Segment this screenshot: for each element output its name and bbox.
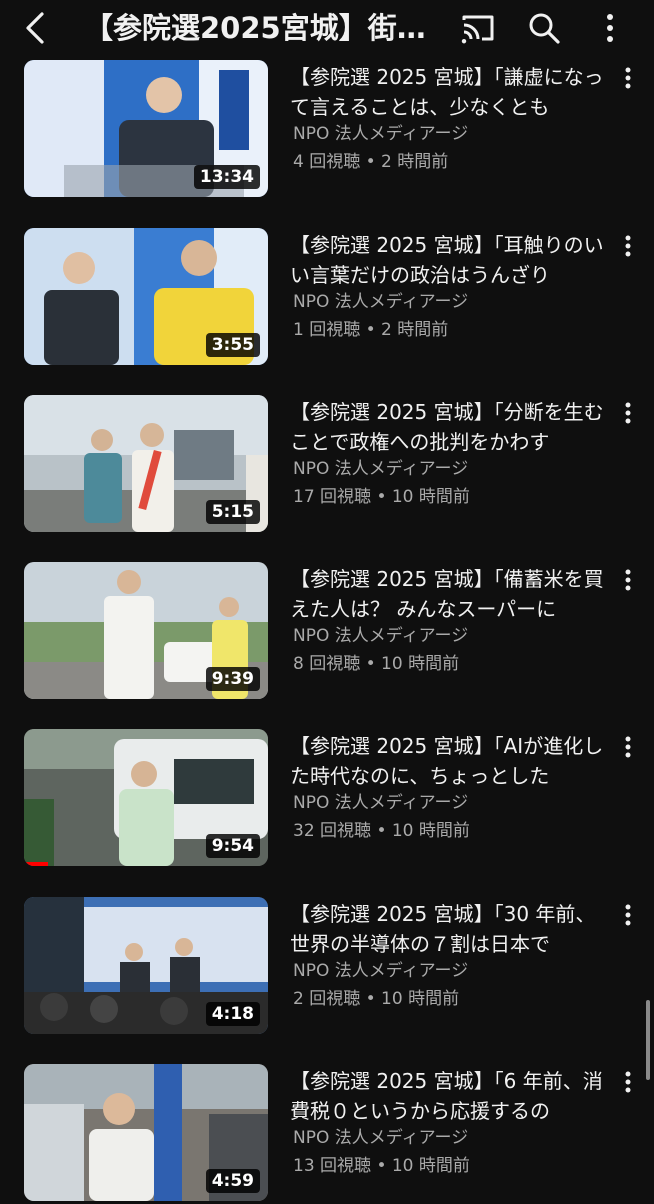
video-title[interactable]: 【参院選 2025 宮城】「耳触りのいい言葉だけの政治はうんざり	[290, 230, 612, 290]
video-meta: 13 回視聴 • 10 時間前	[293, 1156, 470, 1176]
video-meta: 4 回視聴 • 2 時間前	[293, 152, 449, 172]
more-vert-icon[interactable]	[616, 901, 640, 929]
video-item[interactable]: 5:15 【参院選 2025 宮城】「分断を生むことで政権への批判をかわす NP…	[0, 395, 654, 535]
video-item[interactable]: 3:55 【参院選 2025 宮城】「耳触りのいい言葉だけの政治はうんざり NP…	[0, 228, 654, 368]
more-vert-icon[interactable]	[616, 399, 640, 427]
more-vert-icon[interactable]	[616, 232, 640, 260]
video-item[interactable]: 4:59 【参院選 2025 宮城】「6 年前、消費税０というから応援するの N…	[0, 1064, 654, 1204]
search-icon[interactable]	[524, 8, 564, 48]
video-meta: 32 回視聴 • 10 時間前	[293, 821, 470, 841]
video-title[interactable]: 【参院選 2025 宮城】「6 年前、消費税０というから応援するの	[290, 1066, 612, 1126]
video-thumbnail[interactable]: 9:54	[24, 729, 268, 866]
video-item[interactable]: 4:18 【参院選 2025 宮城】「30 年前、世界の半導体の７割は日本で N…	[0, 897, 654, 1037]
video-duration: 3:55	[205, 333, 260, 357]
video-title[interactable]: 【参院選 2025 宮城】「備蓄米を買えた人は？ みんなスーパーに	[290, 564, 612, 624]
video-duration: 9:54	[205, 834, 260, 858]
channel-name: NPO 法人メディアージ	[293, 292, 469, 312]
top-app-bar: 【参院選2025宮城】街頭演説アーカイブ	[0, 0, 654, 56]
video-thumbnail[interactable]: 4:18	[24, 897, 268, 1034]
video-title[interactable]: 【参院選 2025 宮城】「AIが進化した時代なのに、ちょっとした	[290, 731, 612, 791]
more-vert-icon[interactable]	[590, 8, 630, 48]
video-duration: 13:34	[193, 165, 260, 189]
channel-name: NPO 法人メディアージ	[293, 1128, 469, 1148]
watch-progress-bar	[24, 862, 48, 866]
video-duration: 4:18	[205, 1002, 260, 1026]
channel-name: NPO 法人メディアージ	[293, 459, 469, 479]
back-arrow-icon[interactable]	[16, 8, 56, 48]
more-vert-icon[interactable]	[616, 566, 640, 594]
video-duration: 4:59	[205, 1169, 260, 1193]
video-meta: 2 回視聴 • 10 時間前	[293, 989, 460, 1009]
cast-icon[interactable]	[458, 8, 498, 48]
video-list: 13:34 【参院選 2025 宮城】「謙虚になって言えることは、少なくとも N…	[0, 0, 654, 1201]
more-vert-icon[interactable]	[616, 733, 640, 761]
video-item[interactable]: 9:54 【参院選 2025 宮城】「AIが進化した時代なのに、ちょっとした N…	[0, 729, 654, 869]
video-duration: 5:15	[205, 500, 260, 524]
video-thumbnail[interactable]: 4:59	[24, 1064, 268, 1201]
more-vert-icon[interactable]	[616, 64, 640, 92]
video-duration: 9:39	[205, 667, 260, 691]
page-title: 【参院選2025宮城】街頭演説アーカイブ	[84, 11, 444, 45]
video-meta: 17 回視聴 • 10 時間前	[293, 487, 470, 507]
channel-name: NPO 法人メディアージ	[293, 961, 469, 981]
video-item[interactable]: 9:39 【参院選 2025 宮城】「備蓄米を買えた人は？ みんなスーパーに N…	[0, 562, 654, 702]
video-title[interactable]: 【参院選 2025 宮城】「30 年前、世界の半導体の７割は日本で	[290, 899, 612, 959]
video-meta: 1 回視聴 • 2 時間前	[293, 320, 449, 340]
video-thumbnail[interactable]: 3:55	[24, 228, 268, 365]
channel-name: NPO 法人メディアージ	[293, 626, 469, 646]
video-title[interactable]: 【参院選 2025 宮城】「分断を生むことで政権への批判をかわす	[290, 397, 612, 457]
channel-name: NPO 法人メディアージ	[293, 793, 469, 813]
scrollbar[interactable]	[646, 1000, 650, 1080]
video-item[interactable]: 13:34 【参院選 2025 宮城】「謙虚になって言えることは、少なくとも N…	[0, 60, 654, 200]
video-title[interactable]: 【参院選 2025 宮城】「謙虚になって言えることは、少なくとも	[290, 62, 612, 122]
channel-name: NPO 法人メディアージ	[293, 124, 469, 144]
more-vert-icon[interactable]	[616, 1068, 640, 1096]
video-thumbnail[interactable]: 9:39	[24, 562, 268, 699]
video-thumbnail[interactable]: 13:34	[24, 60, 268, 197]
video-thumbnail[interactable]: 5:15	[24, 395, 268, 532]
video-meta: 8 回視聴 • 10 時間前	[293, 654, 460, 674]
